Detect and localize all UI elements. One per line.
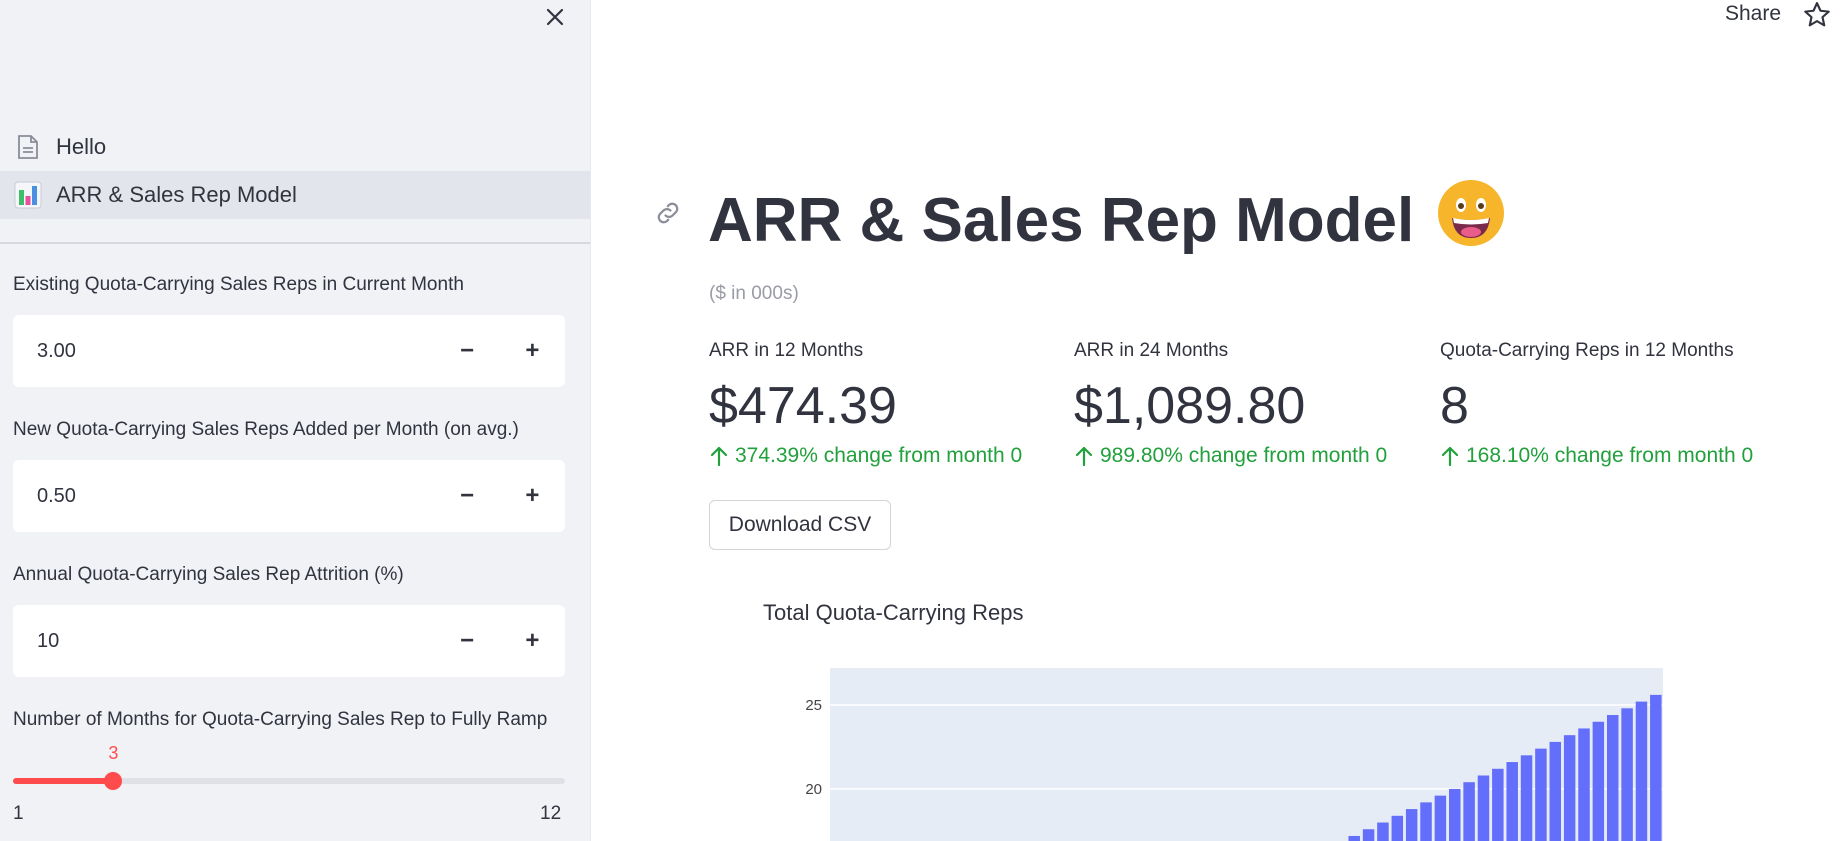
new-reps-input[interactable] — [13, 465, 435, 527]
bar[interactable] — [1635, 701, 1648, 841]
existing-reps-input[interactable] — [13, 320, 435, 382]
sidebar-item-arr-model[interactable]: ARR & Sales Rep Model — [0, 171, 590, 219]
metric-delta: 989.80% change from month 0 — [1074, 444, 1434, 468]
page-caption: ($ in 000s) — [709, 283, 799, 304]
slider-min-label: 1 — [13, 803, 24, 824]
bar[interactable] — [1377, 822, 1389, 841]
slider-thumb[interactable] — [104, 772, 123, 790]
metric-value: 8 — [1440, 377, 1469, 435]
link-icon[interactable] — [653, 198, 683, 228]
y-tick-label: 25 — [805, 697, 822, 714]
sidebar: Hello ARR & Sales Rep Model Existing Quo… — [0, 0, 591, 841]
new-reps-label: New Quota-Carrying Sales Reps Added per … — [13, 419, 519, 440]
bar[interactable] — [1348, 835, 1360, 841]
star-button[interactable] — [1802, 0, 1834, 32]
grinning-emoji-icon — [1436, 178, 1506, 263]
bar-chart-icon — [14, 181, 42, 209]
metric-value: $1,089.80 — [1074, 377, 1306, 435]
ramp-months-label: Number of Months for Quota-Carrying Sale… — [13, 709, 548, 730]
bar[interactable] — [1405, 809, 1418, 841]
slider-fill — [13, 778, 114, 784]
new-reps-decrement-button[interactable]: − — [434, 460, 499, 532]
sidebar-item-label: ARR & Sales Rep Model — [56, 182, 297, 207]
new-reps-increment-button[interactable]: + — [500, 460, 565, 532]
attrition-increment-button[interactable]: + — [500, 605, 565, 677]
bar[interactable] — [1592, 721, 1605, 841]
metric-label: ARR in 24 Months — [1074, 340, 1229, 361]
arrow-up-icon — [1440, 445, 1460, 467]
bar[interactable] — [1621, 708, 1633, 841]
share-button[interactable]: Share — [1725, 2, 1781, 26]
bar[interactable] — [1506, 762, 1518, 841]
star-icon — [1804, 2, 1830, 27]
metric-delta-text: 374.39% change from month 0 — [735, 444, 1023, 467]
close-sidebar-button[interactable] — [540, 2, 570, 32]
arrow-up-icon — [709, 445, 729, 467]
attrition-stepper: − + — [13, 605, 565, 677]
metric-value: $474.39 — [709, 377, 897, 435]
sidebar-item-hello[interactable]: Hello — [0, 123, 590, 171]
bar[interactable] — [1449, 788, 1461, 841]
existing-reps-decrement-button[interactable]: − — [434, 315, 499, 387]
sidebar-item-label: Hello — [56, 134, 107, 159]
metric-delta: 374.39% change from month 0 — [709, 444, 1069, 468]
bar[interactable] — [1520, 755, 1533, 841]
metric-arr-12: ARR in 12 Months $474.39 374.39% change … — [709, 340, 1069, 468]
slider-max-label: 12 — [540, 803, 562, 824]
ramp-months-slider[interactable] — [13, 772, 565, 790]
metric-reps-12: Quota-Carrying Reps in 12 Months 8 168.1… — [1440, 340, 1800, 468]
existing-reps-label: Existing Quota-Carrying Sales Reps in Cu… — [13, 274, 464, 295]
bar[interactable] — [1420, 802, 1432, 841]
bar[interactable] — [1391, 815, 1404, 841]
arrow-up-icon — [1074, 445, 1094, 467]
metric-arr-24: ARR in 24 Months $1,089.80 989.80% chang… — [1074, 340, 1434, 468]
bar[interactable] — [1434, 795, 1447, 841]
bar[interactable] — [1650, 694, 1662, 841]
metric-label: ARR in 12 Months — [709, 340, 864, 361]
metric-label: Quota-Carrying Reps in 12 Months — [1440, 340, 1734, 361]
bar[interactable] — [1492, 768, 1504, 841]
page-icon — [14, 133, 42, 161]
download-csv-button[interactable]: Download CSV — [709, 500, 891, 550]
bar[interactable] — [1477, 775, 1490, 841]
y-tick-label: 20 — [805, 781, 822, 798]
attrition-label: Annual Quota-Carrying Sales Rep Attritio… — [13, 564, 404, 585]
reps-bar-chart: 2025 — [805, 668, 1663, 841]
metric-delta-text: 168.10% change from month 0 — [1466, 444, 1754, 467]
bar[interactable] — [1549, 741, 1562, 841]
bar[interactable] — [1362, 829, 1375, 841]
existing-reps-increment-button[interactable]: + — [500, 315, 565, 387]
page-title: ARR & Sales Rep Model — [708, 178, 1506, 263]
bar[interactable] — [1563, 735, 1576, 841]
sidebar-nav: Hello ARR & Sales Rep Model — [0, 123, 590, 219]
page-title-text: ARR & Sales Rep Model — [708, 186, 1415, 255]
close-icon — [546, 8, 564, 26]
bar[interactable] — [1463, 782, 1475, 841]
ramp-months-value: 3 — [108, 743, 119, 763]
bar[interactable] — [1535, 748, 1547, 841]
attrition-input[interactable] — [13, 610, 435, 672]
bar[interactable] — [1578, 728, 1590, 841]
metric-delta: 168.10% change from month 0 — [1440, 444, 1800, 468]
chart-title: Total Quota-Carrying Reps — [763, 600, 1024, 625]
existing-reps-stepper: − + — [13, 315, 565, 387]
metric-delta-text: 989.80% change from month 0 — [1100, 444, 1388, 467]
attrition-decrement-button[interactable]: − — [434, 605, 499, 677]
new-reps-stepper: − + — [13, 460, 565, 532]
sidebar-divider — [0, 242, 590, 244]
bar[interactable] — [1606, 715, 1619, 841]
